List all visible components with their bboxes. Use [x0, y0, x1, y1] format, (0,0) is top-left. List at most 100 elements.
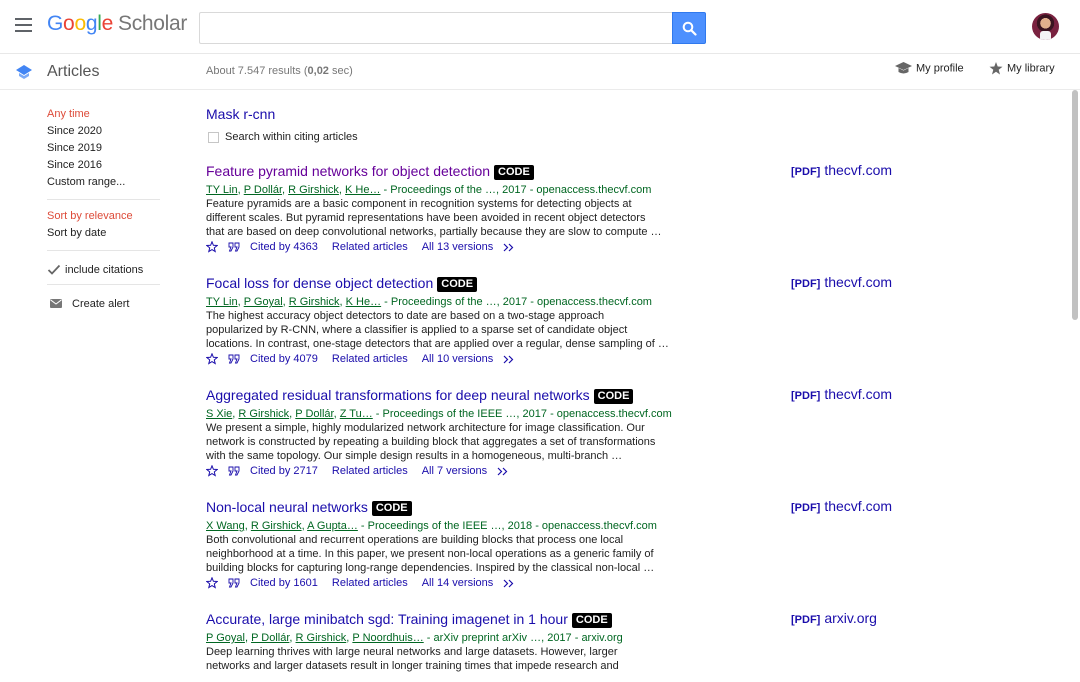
author-link[interactable]: P Dollár	[251, 632, 289, 644]
result-title-link[interactable]: Focal loss for dense object detection	[206, 275, 433, 291]
author-link[interactable]: R Girshick	[288, 184, 339, 196]
author-link[interactable]: P Dollár	[244, 184, 282, 196]
cite-quote-icon[interactable]	[228, 466, 240, 476]
author-link[interactable]: X Wang	[206, 520, 245, 532]
result-actions: Cited by 1601 Related articles All 14 vers…	[206, 576, 906, 590]
more-chevron-icon[interactable]	[503, 579, 515, 588]
save-star-icon[interactable]	[206, 353, 218, 365]
author-link[interactable]: TY Lin	[206, 296, 238, 308]
create-alert-button[interactable]: Create alert	[47, 295, 160, 312]
pdf-link[interactable]: [PDF] thecvf.com	[791, 162, 892, 178]
cited-by-link[interactable]: Cited by 2717	[250, 464, 318, 478]
pdf-link[interactable]: [PDF] thecvf.com	[791, 386, 892, 402]
author-link[interactable]: R Girshick	[238, 408, 289, 420]
save-star-icon[interactable]	[206, 241, 218, 253]
author-link[interactable]: A Gupta…	[307, 520, 358, 532]
author-link[interactable]: R Girshick	[296, 632, 347, 644]
snippet-line: networks and larger datasets result in l…	[206, 660, 619, 672]
cited-by-link[interactable]: Cited by 4079	[250, 352, 318, 366]
search-button[interactable]	[672, 12, 706, 44]
author-link[interactable]: P Noordhuis…	[352, 632, 423, 644]
result-title-link[interactable]: Aggregated residual transformations for …	[206, 387, 590, 403]
related-articles-link[interactable]: Related articles	[332, 576, 408, 590]
result-title-link[interactable]: Feature pyramid networks for object dete…	[206, 163, 490, 179]
result-source: - Proceedings of the IEEE …, 2017 - open…	[372, 408, 672, 420]
filter-since-2016[interactable]: Since 2016	[47, 159, 160, 176]
search-within-checkbox[interactable]	[208, 131, 219, 143]
sort-by-relevance[interactable]: Sort by relevance	[47, 210, 160, 227]
author-link[interactable]: R Girshick	[251, 520, 302, 532]
star-icon	[989, 62, 1003, 75]
my-profile-link[interactable]: My profile	[895, 62, 964, 75]
result-source: - Proceedings of the …, 2017 - openacces…	[381, 296, 652, 308]
related-articles-link[interactable]: Related articles	[332, 464, 408, 478]
author-link[interactable]: S Xie	[206, 408, 232, 420]
author-link[interactable]: K He…	[346, 296, 381, 308]
filter-any-time[interactable]: Any time	[47, 108, 160, 125]
pdf-site: thecvf.com	[824, 498, 893, 514]
cited-by-link[interactable]: Cited by 4363	[250, 240, 318, 254]
snippet-line: The highest accuracy object detectors to…	[206, 310, 605, 322]
divider	[47, 284, 160, 285]
cited-article-title[interactable]: Mask r-cnn	[206, 106, 906, 126]
result-title-link[interactable]: Accurate, large minibatch sgd: Training …	[206, 611, 568, 627]
more-chevron-icon[interactable]	[497, 467, 509, 476]
cited-by-link[interactable]: Cited by 1601	[250, 576, 318, 590]
result-item: Feature pyramid networks for object dete…	[206, 162, 906, 254]
results-list: Feature pyramid networks for object dete…	[206, 162, 906, 682]
author-link[interactable]: K He…	[345, 184, 380, 196]
snippet-line: We present a simple, highly modularized …	[206, 422, 645, 434]
code-badge[interactable]: CODE	[371, 501, 412, 516]
section-title: Articles	[47, 63, 100, 80]
filter-since-2020[interactable]: Since 2020	[47, 125, 160, 142]
account-avatar[interactable]	[1032, 13, 1059, 40]
pdf-tag: [PDF]	[791, 614, 821, 626]
all-versions-link[interactable]: All 14 versions	[422, 576, 494, 590]
snippet-line: that are based on deep convolutional net…	[206, 226, 662, 238]
search-input[interactable]	[199, 12, 672, 44]
result-snippet: We present a simple, highly modularized …	[206, 421, 671, 463]
all-versions-link[interactable]: All 10 versions	[422, 352, 494, 366]
cite-quote-icon[interactable]	[228, 354, 240, 364]
google-scholar-logo[interactable]: Google Scholar	[47, 12, 187, 36]
menu-icon[interactable]	[15, 18, 32, 32]
search-within-citing[interactable]: Search within citing articles	[206, 129, 906, 145]
code-badge[interactable]: CODE	[437, 277, 478, 292]
result-item: Non-local neural networks CODE X Wang, R G…	[206, 498, 906, 590]
pdf-link[interactable]: [PDF] arxiv.org	[791, 610, 877, 626]
code-badge[interactable]: CODE	[593, 389, 634, 404]
my-library-link[interactable]: My library	[989, 62, 1055, 75]
more-chevron-icon[interactable]	[503, 355, 515, 364]
filter-custom-range[interactable]: Custom range...	[47, 176, 160, 193]
more-chevron-icon[interactable]	[503, 243, 515, 252]
save-star-icon[interactable]	[206, 577, 218, 589]
pdf-link[interactable]: [PDF] thecvf.com	[791, 498, 892, 514]
filter-since-2019[interactable]: Since 2019	[47, 142, 160, 159]
top-header: Google Scholar	[0, 0, 1080, 54]
related-articles-link[interactable]: Related articles	[332, 352, 408, 366]
result-snippet: Deep learning thrives with large neural …	[206, 645, 671, 673]
snippet-line: popularized by R-CNN, where a classifier…	[206, 324, 628, 336]
include-citations-checkbox[interactable]: include citations	[47, 261, 160, 278]
author-link[interactable]: P Dollár	[295, 408, 333, 420]
cite-quote-icon[interactable]	[228, 242, 240, 252]
result-title-link[interactable]: Non-local neural networks	[206, 499, 368, 515]
author-link[interactable]: TY Lin	[206, 184, 238, 196]
scrollbar[interactable]	[1072, 90, 1078, 320]
cite-quote-icon[interactable]	[228, 578, 240, 588]
author-link[interactable]: P Goyal	[206, 632, 245, 644]
result-source: - Proceedings of the IEEE …, 2018 - open…	[357, 520, 657, 532]
pdf-tag: [PDF]	[791, 278, 821, 290]
pdf-link[interactable]: [PDF] thecvf.com	[791, 274, 892, 290]
save-star-icon[interactable]	[206, 465, 218, 477]
sort-by-date[interactable]: Sort by date	[47, 227, 160, 244]
author-link[interactable]: Z Tu…	[340, 408, 373, 420]
author-link[interactable]: R Girshick	[289, 296, 340, 308]
code-badge[interactable]: CODE	[494, 165, 534, 180]
related-articles-link[interactable]: Related articles	[332, 240, 408, 254]
code-badge[interactable]: CODE	[571, 613, 612, 628]
author-link[interactable]: P Goyal	[244, 296, 283, 308]
snippet-line: building blocks for capturing long-range…	[206, 562, 655, 574]
all-versions-link[interactable]: All 7 versions	[422, 464, 487, 478]
all-versions-link[interactable]: All 13 versions	[422, 240, 494, 254]
